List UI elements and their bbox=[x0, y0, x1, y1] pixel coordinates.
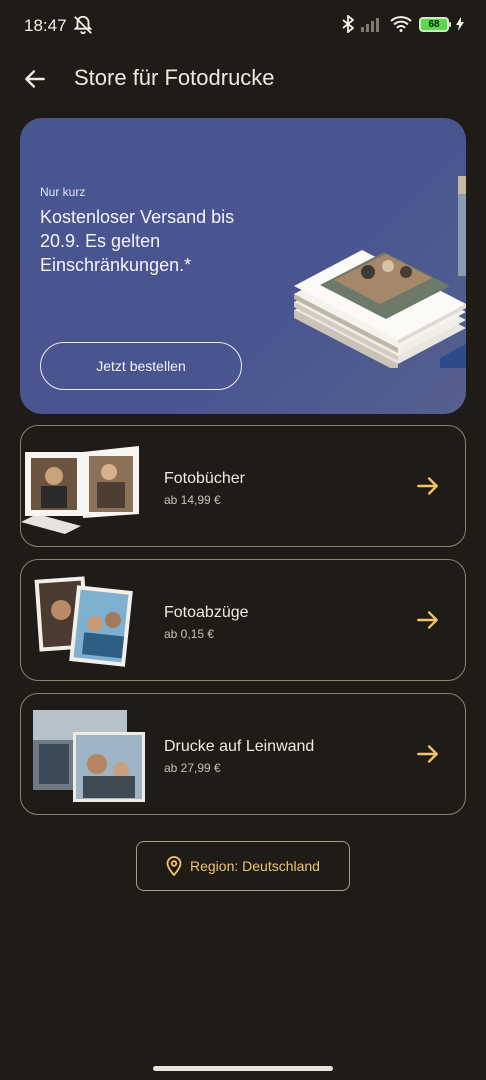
charging-icon bbox=[456, 17, 464, 31]
notifications-off-icon bbox=[73, 15, 93, 35]
promo-headline: Kostenloser Versand bis 20.9. Es gelten … bbox=[40, 207, 235, 275]
region-label: Region: Deutschland bbox=[190, 858, 320, 874]
product-name: Fotoabzüge bbox=[164, 604, 249, 621]
back-arrow-icon[interactable] bbox=[22, 66, 48, 92]
home-indicator[interactable] bbox=[153, 1066, 333, 1071]
photo-book-thumbnail bbox=[21, 446, 139, 534]
bluetooth-icon bbox=[342, 15, 354, 33]
promo-banner: Nur kurz Kostenloser Versand bis 20.9. E… bbox=[20, 118, 466, 414]
arrow-forward-icon bbox=[417, 611, 438, 629]
arrow-forward-icon bbox=[417, 745, 438, 763]
status-bar: 18:47 68 bbox=[0, 0, 486, 52]
product-price: ab 14,99 € bbox=[164, 493, 221, 507]
status-time: 18:47 bbox=[24, 16, 67, 35]
battery-indicator: 68 bbox=[419, 16, 451, 32]
app-bar: Store für Fotodrucke bbox=[0, 52, 486, 108]
product-name: Drucke auf Leinwand bbox=[164, 738, 315, 755]
wifi-icon bbox=[390, 16, 412, 32]
product-card-photo-books[interactable]: Fotobücher ab 14,99 € bbox=[20, 425, 466, 547]
page-title: Store für Fotodrucke bbox=[74, 65, 275, 90]
battery-level: 68 bbox=[428, 18, 440, 30]
product-card-canvas-prints[interactable]: Drucke auf Leinwand ab 27,99 € bbox=[20, 693, 466, 815]
location-pin-icon bbox=[166, 856, 182, 876]
arrow-forward-icon bbox=[417, 477, 438, 495]
product-name: Fotobücher bbox=[164, 470, 245, 487]
product-card-photo-prints[interactable]: Fotoabzüge ab 0,15 € bbox=[20, 559, 466, 681]
region-button[interactable]: Region: Deutschland bbox=[136, 841, 350, 891]
photo-prints-thumbnail bbox=[34, 576, 133, 667]
photo-book-stack-image bbox=[294, 176, 466, 368]
canvas-prints-thumbnail bbox=[33, 710, 145, 802]
order-now-button[interactable]: Jetzt bestellen bbox=[40, 342, 242, 390]
signal-icon bbox=[361, 18, 379, 32]
product-price: ab 0,15 € bbox=[164, 627, 215, 641]
promo-eyebrow: Nur kurz bbox=[40, 185, 86, 199]
product-price: ab 27,99 € bbox=[164, 761, 221, 775]
